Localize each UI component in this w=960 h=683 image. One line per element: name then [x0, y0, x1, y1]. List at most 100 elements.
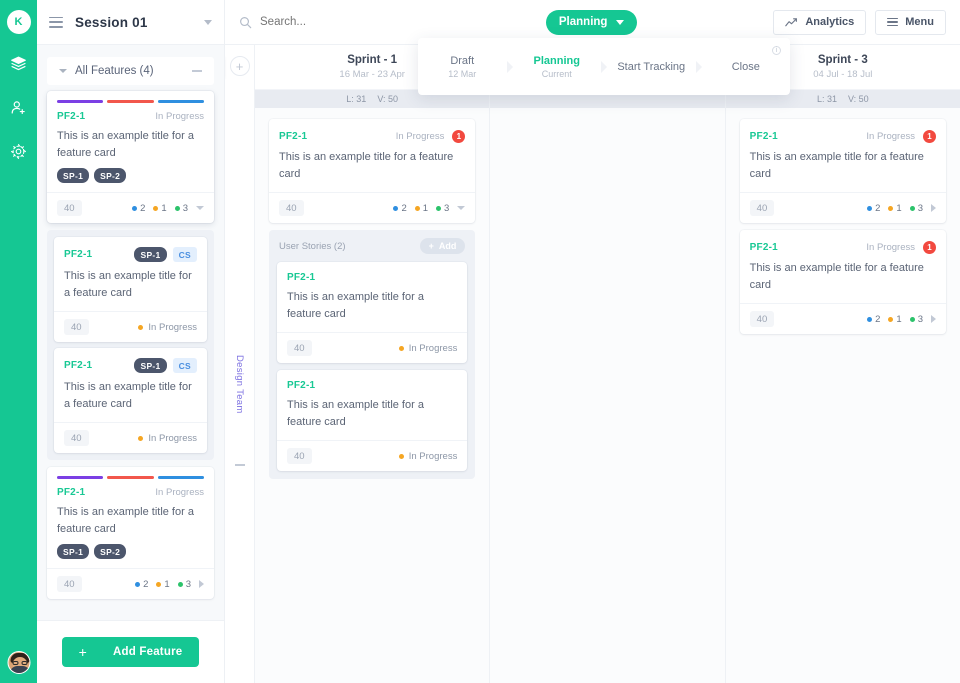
- card-title: This is an example title for a feature c…: [749, 262, 924, 291]
- sprint-column: [490, 45, 726, 683]
- gear-icon[interactable]: [4, 136, 34, 166]
- planning-status-button[interactable]: Planning: [545, 9, 638, 35]
- counter-item: 3: [174, 202, 188, 214]
- counter-item: 3: [909, 313, 923, 325]
- sprint-column: Sprint - 3 04 Jul - 18 Jul L: 31 V: 50 P…: [725, 45, 960, 683]
- analytics-label: Analytics: [805, 16, 855, 28]
- menu-toggle-icon[interactable]: [49, 16, 63, 28]
- avatar-glasses: [12, 661, 27, 665]
- step-sublabel: 12 Mar: [448, 68, 477, 79]
- tag-badge[interactable]: CS: [172, 358, 197, 373]
- collapse-team-icon[interactable]: [234, 464, 245, 466]
- color-bar: [57, 100, 104, 103]
- card-title: This is an example title for a feature c…: [279, 151, 454, 180]
- expand-card-icon[interactable]: [196, 206, 204, 210]
- features-panel-footer: + Add Feature: [37, 620, 224, 683]
- workflow-step-close[interactable]: Close: [702, 61, 791, 73]
- add-user-story-button[interactable]: + Add: [419, 238, 466, 254]
- tag-badge[interactable]: SP-1: [57, 544, 90, 559]
- hamburger-icon: [887, 18, 899, 26]
- step-label: Start Tracking: [617, 60, 686, 73]
- menu-button[interactable]: Menu: [875, 9, 946, 35]
- step-label: Planning: [533, 54, 580, 67]
- toolbar-actions: Analytics Menu: [773, 9, 946, 35]
- card-id: PF2-1: [749, 131, 778, 142]
- counter-item: 2: [393, 202, 407, 214]
- add-feature-label: Add Feature: [113, 646, 183, 658]
- card-points: 40: [279, 200, 304, 216]
- sprint-card[interactable]: PF2-1 In Progress 1 This is an example t…: [739, 119, 946, 223]
- workflow-step-start-tracking[interactable]: Start Tracking: [607, 61, 696, 73]
- card-status: In Progress: [138, 433, 197, 444]
- sprint-name: Sprint - 3: [817, 54, 868, 66]
- counter-item: 2: [135, 579, 148, 590]
- sprint-body: PF2-1 In Progress 1 This is an example t…: [255, 108, 489, 683]
- planning-label: Planning: [558, 16, 608, 28]
- card-header: PF2-1 SP-1 CS: [54, 237, 207, 262]
- add-label: Add: [438, 241, 457, 251]
- feature-card[interactable]: PF2-1 In Progress This is an example tit…: [47, 467, 214, 599]
- sprint-columns: Sprint - 1 16 Mar - 23 Apr L: 31 V: 50 P…: [255, 45, 960, 683]
- info-icon[interactable]: i: [772, 46, 781, 55]
- workflow-step-planning[interactable]: Planning Current: [513, 55, 602, 79]
- card-counters: 2 1 3: [132, 203, 188, 214]
- expand-card-icon[interactable]: [930, 204, 936, 212]
- feature-card[interactable]: PF2-1 In Progress This is an example tit…: [47, 91, 214, 223]
- sprint-card[interactable]: PF2-1 In Progress 1 This is an example t…: [739, 230, 946, 334]
- user-avatar[interactable]: [7, 651, 30, 674]
- card-color-bars: [47, 91, 214, 103]
- counter-value: 2: [401, 202, 407, 214]
- features-list-area: All Features (4) PF2-1 In Progress This: [37, 45, 224, 620]
- tag-badge[interactable]: SP-2: [94, 168, 127, 183]
- color-bar: [107, 100, 154, 103]
- collapse-features-icon[interactable]: [192, 70, 202, 72]
- card-points: 40: [64, 430, 89, 446]
- feature-card[interactable]: PF2-1 SP-1 CS This is an example title f…: [54, 237, 207, 342]
- search-input[interactable]: [260, 16, 410, 28]
- app-logo[interactable]: K: [6, 10, 31, 34]
- card-header: PF2-1: [277, 262, 467, 283]
- card-title: This is an example title for a feature c…: [57, 130, 194, 159]
- expand-card-icon[interactable]: [199, 580, 204, 588]
- user-story-card[interactable]: PF2-1 This is an example title for a fea…: [277, 262, 468, 363]
- card-color-bars: [47, 467, 214, 479]
- user-story-card[interactable]: PF2-1 This is an example title for a fea…: [277, 370, 468, 471]
- counter-item: 3: [909, 202, 923, 214]
- user-stories-header: User Stories (2) + Add: [277, 238, 467, 262]
- workflow-step-draft[interactable]: Draft 12 Mar: [418, 55, 507, 79]
- search-box[interactable]: [239, 16, 410, 29]
- add-feature-button[interactable]: + Add Feature: [62, 637, 199, 667]
- card-footer: 40 2 1 3: [47, 568, 214, 599]
- capacity-velocity: V: 50: [377, 94, 399, 104]
- tag-badge[interactable]: SP-1: [134, 247, 167, 262]
- tag-badge[interactable]: SP-1: [57, 168, 90, 183]
- add-sprint-button[interactable]: +: [229, 56, 250, 76]
- counter-value: 3: [917, 313, 923, 325]
- card-tags: SP-1 SP-2: [47, 161, 214, 192]
- expand-card-icon[interactable]: [457, 206, 466, 210]
- sprint-card[interactable]: PF2-1 In Progress 1 This is an example t…: [269, 119, 476, 223]
- layers-icon[interactable]: [4, 48, 34, 78]
- tag-badge[interactable]: SP-2: [94, 544, 127, 559]
- counter-item: 1: [156, 578, 170, 590]
- card-footer: 40 2 1 3: [47, 192, 214, 223]
- tag-badge[interactable]: CS: [172, 247, 197, 262]
- card-header: PF2-1 In Progress 1: [740, 230, 946, 254]
- card-counters: 2 1 3: [393, 203, 449, 214]
- all-features-header[interactable]: All Features (4): [47, 57, 214, 85]
- add-user-icon[interactable]: [4, 92, 34, 122]
- session-dropdown-icon[interactable]: [204, 19, 212, 25]
- card-status: In Progress: [398, 343, 457, 354]
- tag-badge[interactable]: SP-1: [134, 358, 167, 373]
- feature-card[interactable]: PF2-1 SP-1 CS This is an example title f…: [54, 348, 207, 453]
- counter-value: 3: [182, 202, 188, 214]
- expand-card-icon[interactable]: [930, 315, 936, 323]
- chevron-down-icon[interactable]: [59, 69, 67, 73]
- features-panel: Session 01 All Features (4) PF2-1 In Pro…: [37, 0, 225, 683]
- analytics-button[interactable]: Analytics: [773, 9, 867, 35]
- card-title: This is an example title for a feature c…: [287, 291, 424, 320]
- card-status-label: In Progress: [148, 321, 197, 333]
- counter-value: 3: [917, 202, 923, 214]
- counter-value: 1: [164, 578, 170, 590]
- capacity-velocity: V: 50: [847, 94, 869, 104]
